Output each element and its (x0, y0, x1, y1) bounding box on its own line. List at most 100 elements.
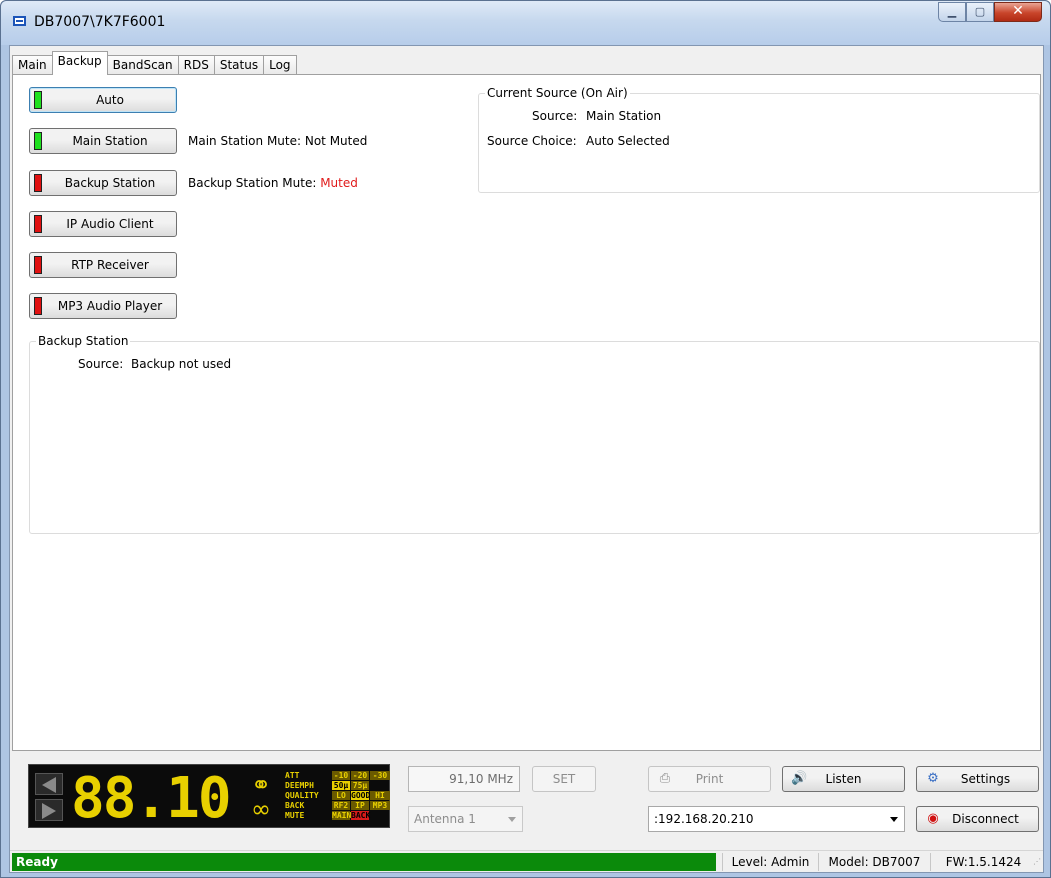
lcd-indicator: MP3 (370, 801, 390, 810)
app-window: DB7007\7K7F6001 ▁ ▢ ✕ Main Backup BandSc… (0, 0, 1051, 878)
listen-label: Listen (825, 772, 862, 786)
backup-tab-panel: Auto Main Station Backup Station IP Audi… (12, 74, 1041, 751)
settings-button[interactable]: ⚙ Settings (916, 766, 1039, 792)
stereo-rings-icon: ⚭ ∞ (251, 771, 272, 823)
auto-button[interactable]: Auto (29, 87, 177, 113)
ip-audio-client-button[interactable]: IP Audio Client (29, 211, 177, 237)
address-value: :192.168.20.210 (654, 812, 754, 826)
lcd-label: DEEMPH (285, 781, 314, 790)
main-station-button-label: Main Station (72, 134, 148, 148)
lcd-indicator: 75μ (351, 781, 369, 790)
backup-station-button-label: Backup Station (64, 176, 156, 190)
lcd-label: MUTE (285, 811, 305, 820)
lcd-indicator: -20 (351, 771, 369, 780)
auto-button-label: Auto (96, 93, 124, 107)
lcd-indicator-grid: ATT -10 -20 -30 DEEMPH 50μ 75μ QUALITY L… (285, 771, 390, 820)
led-indicator-icon (34, 297, 42, 315)
led-indicator-icon (34, 132, 42, 150)
set-button[interactable]: SET (532, 766, 596, 792)
resize-grip-icon[interactable]: ⋰ (1033, 858, 1041, 869)
main-mute-status: Main Station Mute: Not Muted (188, 134, 367, 148)
current-source-group: Current Source (On Air) Source: Main Sta… (478, 86, 1040, 193)
current-source-label: Source: (532, 109, 578, 123)
source-choice-label: Source Choice: (487, 134, 577, 148)
tune-down-icon[interactable] (35, 773, 63, 795)
current-source-value: Main Station (586, 109, 662, 123)
settings-label: Settings (960, 772, 1011, 786)
backup-mute-label: Backup Station Mute: (188, 176, 317, 190)
status-bar: Ready Level: Admin Model: DB7007 FW:1.5.… (10, 850, 1043, 872)
lcd-label: QUALITY (285, 791, 319, 800)
backup-source-label: Source: (78, 357, 124, 371)
title-bar[interactable]: DB7007\7K7F6001 ▁ ▢ ✕ (1, 1, 1050, 45)
lcd-indicator: -30 (370, 771, 390, 780)
tab-rds[interactable]: RDS (177, 55, 215, 75)
client-area: Main Backup BandScan RDS Status Log Auto… (9, 45, 1044, 873)
rtp-receiver-button-label: RTP Receiver (71, 258, 149, 272)
lcd-indicator: BACK (351, 811, 371, 820)
tab-strip: Main Backup BandScan RDS Status Log (12, 51, 297, 75)
maximize-button[interactable]: ▢ (966, 2, 994, 22)
listen-button[interactable]: 🔊 Listen (782, 766, 905, 792)
status-ready: Ready (12, 853, 716, 871)
backup-station-button[interactable]: Backup Station (29, 170, 177, 196)
backup-station-group: Backup Station Source: Backup not used (29, 334, 1040, 534)
lcd-indicator: IP (351, 801, 369, 810)
main-mute-label: Main Station Mute: (188, 134, 302, 148)
disconnect-button[interactable]: ◉ Disconnect (916, 806, 1039, 832)
lcd-indicator: -10 (332, 771, 350, 780)
frequency-field[interactable]: 91,10 MHz (408, 766, 520, 792)
mp3-audio-player-button-label: MP3 Audio Player (57, 299, 163, 313)
rtp-receiver-button[interactable]: RTP Receiver (29, 252, 177, 278)
lcd-indicator: GOOD (351, 791, 371, 800)
status-level: Level: Admin (722, 853, 818, 871)
disconnect-label: Disconnect (952, 812, 1019, 826)
led-indicator-icon (34, 91, 42, 109)
lcd-indicator: LO (332, 791, 350, 800)
main-station-button[interactable]: Main Station (29, 128, 177, 154)
tab-bandscan[interactable]: BandScan (106, 55, 179, 75)
antenna-value: Antenna 1 (414, 812, 476, 826)
minimize-button[interactable]: ▁ (938, 2, 966, 22)
chevron-down-icon (890, 817, 898, 822)
led-indicator-icon (34, 174, 42, 192)
source-choice-value: Auto Selected (586, 134, 670, 148)
led-indicator-icon (34, 215, 42, 233)
mp3-audio-player-button[interactable]: MP3 Audio Player (29, 293, 177, 319)
window-title: DB7007\7K7F6001 (34, 14, 166, 30)
backup-mute-value: Muted (320, 176, 358, 190)
status-firmware: FW:1.5.1424 (930, 853, 1036, 871)
backup-mute-status: Backup Station Mute: Muted (188, 176, 358, 190)
tune-up-icon[interactable] (35, 799, 63, 821)
print-button[interactable]: ⎙ Print (648, 766, 771, 792)
radio-lcd-display: 88.10 ⚭ ∞ ATT -10 -20 -30 DEEMPH 50μ 75μ … (28, 764, 390, 828)
led-indicator-icon (34, 256, 42, 274)
print-label: Print (695, 772, 724, 786)
app-window-icon (13, 16, 26, 26)
status-model: Model: DB7007 (818, 853, 930, 871)
ip-audio-client-button-label: IP Audio Client (66, 217, 154, 231)
backup-source-value: Backup not used (131, 357, 232, 371)
backup-station-title: Backup Station (36, 334, 131, 348)
lcd-frequency: 88.10 (71, 766, 232, 831)
chevron-down-icon (508, 817, 516, 822)
lcd-indicator: RF2 (332, 801, 350, 810)
lcd-label: ATT (285, 771, 300, 780)
antenna-select[interactable]: Antenna 1 (408, 806, 523, 832)
lcd-label: BACK (285, 801, 305, 810)
printer-icon: ⎙ (659, 771, 671, 786)
close-button[interactable]: ✕ (994, 2, 1042, 22)
gear-icon: ⚙ (927, 771, 939, 786)
tab-status[interactable]: Status (213, 55, 265, 75)
lcd-indicator: MAIN (332, 811, 352, 820)
lcd-indicator: 50μ (332, 781, 350, 790)
current-source-title: Current Source (On Air) (485, 86, 630, 100)
address-select[interactable]: :192.168.20.210 (648, 806, 905, 832)
tab-log[interactable]: Log (263, 55, 297, 75)
record-stop-icon: ◉ (927, 811, 939, 826)
lcd-indicator: HI (370, 791, 390, 800)
tab-backup[interactable]: Backup (51, 51, 108, 75)
tab-main[interactable]: Main (12, 55, 53, 75)
main-mute-value: Not Muted (304, 134, 368, 148)
speaker-icon: 🔊 (791, 771, 808, 786)
